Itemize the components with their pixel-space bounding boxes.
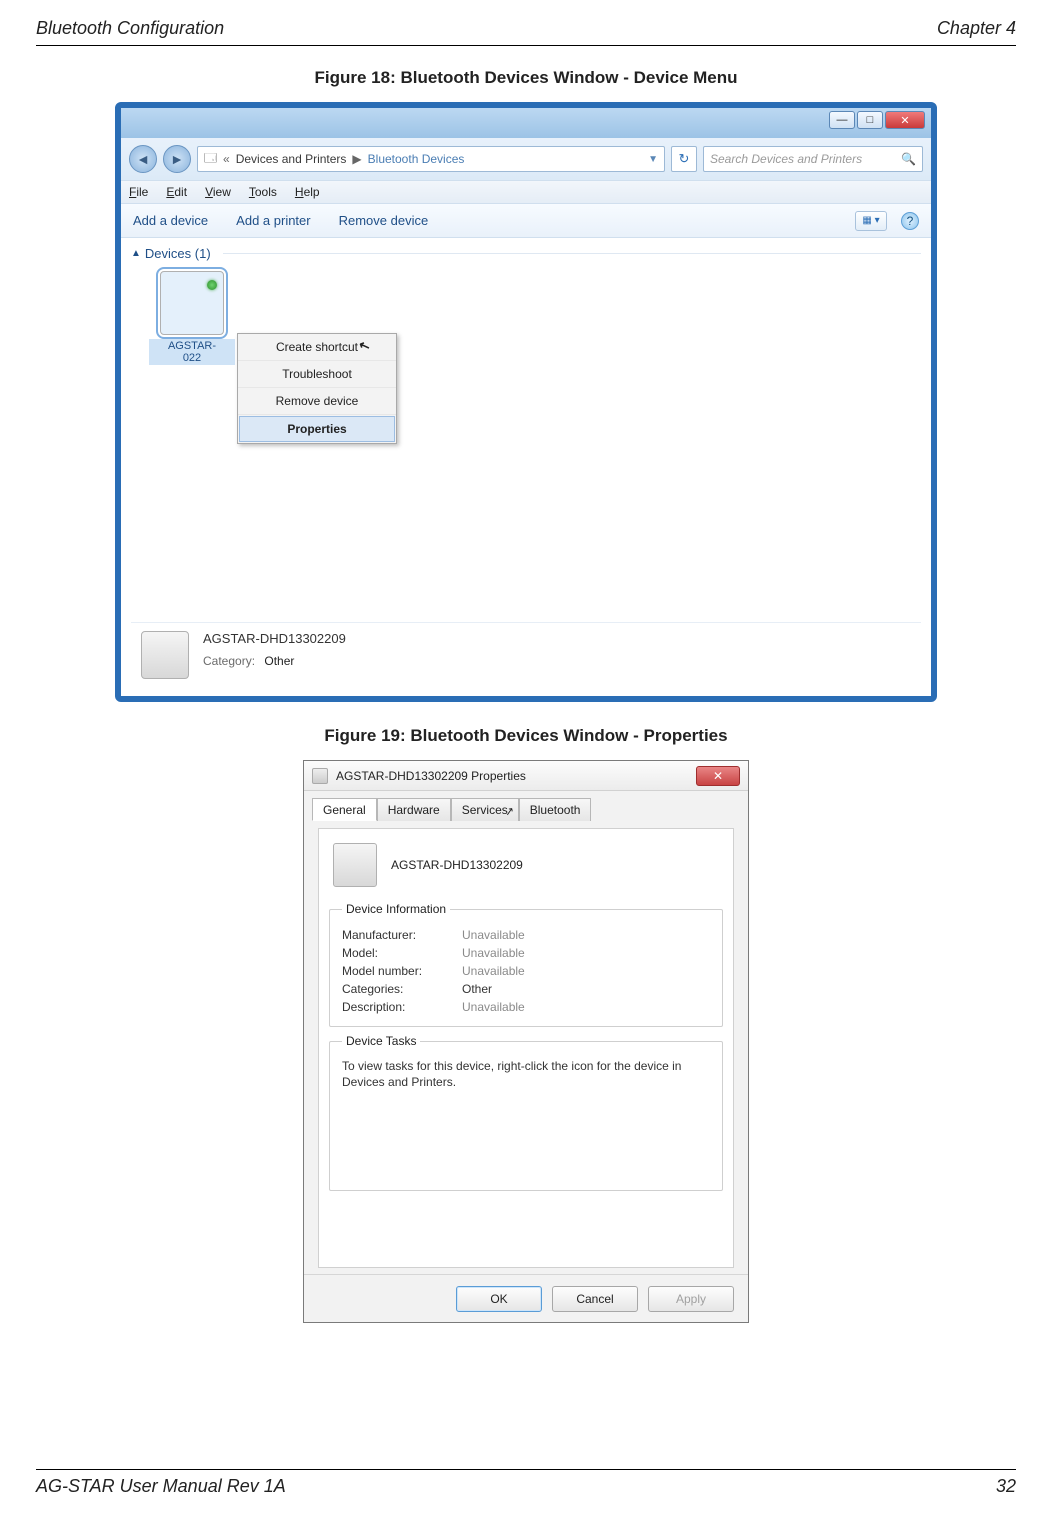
info-description-label: Description: — [342, 1000, 462, 1014]
back-button[interactable]: ◄ — [129, 145, 157, 173]
refresh-button[interactable]: ↻ — [671, 146, 697, 172]
device-tasks-group: Device Tasks To view tasks for this devi… — [329, 1041, 723, 1191]
tab-bluetooth[interactable]: Bluetooth — [519, 798, 592, 821]
header-right: Chapter 4 — [937, 18, 1016, 39]
dialog-footer: OK Cancel Apply — [304, 1274, 748, 1322]
info-manufacturer-label: Manufacturer: — [342, 928, 462, 942]
info-manufacturer-value: Unavailable — [462, 928, 525, 942]
breadcrumb[interactable]: 🗔 « Devices and Printers ▶ Bluetooth Dev… — [197, 146, 665, 172]
search-icon: 🔍 — [901, 152, 916, 166]
breadcrumb-item-bluetooth[interactable]: Bluetooth Devices — [368, 152, 465, 166]
ctx-properties[interactable]: Properties ↖ — [239, 416, 395, 442]
toolbar: Add a device Add a printer Remove device… — [121, 204, 931, 238]
ctx-create-shortcut[interactable]: Create shortcut — [238, 334, 396, 361]
tab-strip: General Hardware Services Bluetooth — [312, 797, 740, 820]
details-category: Category: Other — [203, 654, 346, 668]
menu-view[interactable]: View — [205, 185, 231, 199]
device-label: AGSTAR- 022 — [149, 339, 235, 365]
figure18-caption: Figure 18: Bluetooth Devices Window - De… — [36, 68, 1016, 88]
search-input[interactable]: Search Devices and Printers 🔍 — [703, 146, 923, 172]
tab-general[interactable]: General — [312, 798, 377, 821]
tab-services[interactable]: Services — [451, 798, 519, 821]
apply-button[interactable]: Apply — [648, 1286, 734, 1312]
dialog-icon — [312, 768, 328, 784]
device-tasks-text: To view tasks for this device, right-cli… — [342, 1058, 710, 1090]
dialog-titlebar[interactable]: AGSTAR-DHD13302209 Properties ✕ — [304, 761, 748, 791]
dialog-close-button[interactable]: ✕ — [696, 766, 740, 786]
breadcrumb-sep: ▶ — [352, 152, 361, 166]
info-categories-label: Categories: — [342, 982, 462, 996]
address-bar-row: ◄ ► 🗔 « Devices and Printers ▶ Bluetooth… — [121, 138, 931, 180]
footer-rule — [36, 1469, 1016, 1470]
breadcrumb-chevron: « — [223, 152, 230, 166]
breadcrumb-item-devices[interactable]: Devices and Printers — [236, 152, 347, 166]
menu-edit[interactable]: Edit — [166, 185, 187, 199]
dialog-title: AGSTAR-DHD13302209 Properties — [336, 769, 526, 783]
ok-button[interactable]: OK — [456, 1286, 542, 1312]
toolbar-add-device[interactable]: Add a device — [133, 213, 208, 228]
info-description-value: Unavailable — [462, 1000, 525, 1014]
footer-left: AG-STAR User Manual Rev 1A — [36, 1476, 286, 1497]
info-model-value: Unavailable — [462, 946, 525, 960]
details-category-label: Category: — [203, 654, 255, 668]
change-view-button[interactable]: ▦ ▾ — [855, 211, 887, 231]
cancel-button[interactable]: Cancel — [552, 1286, 638, 1312]
details-pane: AGSTAR-DHD13302209 Category: Other — [131, 622, 921, 690]
group-divider — [223, 253, 921, 254]
close-button[interactable]: ✕ — [885, 111, 925, 129]
collapse-icon[interactable]: ▲ — [131, 248, 141, 259]
help-icon[interactable]: ? — [901, 212, 919, 230]
context-menu: Create shortcut Troubleshoot Remove devi… — [237, 333, 397, 444]
dialog-body: AGSTAR-DHD13302209 Device Information Ma… — [318, 828, 734, 1268]
device-tile[interactable]: AGSTAR- 022 Create shortcut Troubleshoot… — [149, 271, 235, 365]
device-information-group: Device Information Manufacturer:Unavaila… — [329, 909, 723, 1027]
toolbar-add-printer[interactable]: Add a printer — [236, 213, 310, 228]
minimize-button[interactable]: — — [829, 111, 855, 129]
device-icon — [160, 271, 224, 335]
ctx-troubleshoot[interactable]: Troubleshoot — [238, 361, 396, 388]
group-title: Devices (1) — [145, 246, 211, 261]
device-tasks-legend: Device Tasks — [342, 1034, 420, 1048]
footer-right: 32 — [996, 1476, 1016, 1497]
folder-icon: 🗔 — [204, 149, 217, 170]
ctx-remove-device[interactable]: Remove device — [238, 388, 396, 415]
menu-tools[interactable]: Tools — [249, 185, 277, 199]
properties-device-name: AGSTAR-DHD13302209 — [391, 858, 523, 872]
devices-group-header[interactable]: ▲ Devices (1) — [131, 246, 921, 261]
info-categories-value: Other — [462, 982, 492, 996]
header-left: Bluetooth Configuration — [36, 18, 224, 39]
content-area: ▲ Devices (1) AGSTAR- 022 Create shortcu… — [121, 238, 931, 696]
window-titlebar[interactable]: — □ ✕ — [121, 108, 931, 138]
header-rule — [36, 45, 1016, 46]
toolbar-remove-device[interactable]: Remove device — [339, 213, 429, 228]
bluetooth-devices-window: — □ ✕ ◄ ► 🗔 « Devices and Printers ▶ Blu… — [115, 102, 937, 702]
info-model-label: Model: — [342, 946, 462, 960]
search-placeholder: Search Devices and Printers — [710, 152, 862, 166]
forward-button[interactable]: ► — [163, 145, 191, 173]
properties-dialog: AGSTAR-DHD13302209 Properties ✕ General … — [303, 760, 749, 1323]
breadcrumb-dropdown-icon[interactable]: ▼ — [648, 154, 658, 165]
figure19-caption: Figure 19: Bluetooth Devices Window - Pr… — [36, 726, 1016, 746]
info-modelnumber-label: Model number: — [342, 964, 462, 978]
details-device-icon — [141, 631, 189, 679]
tab-hardware[interactable]: Hardware — [377, 798, 451, 821]
menubar: File Edit View Tools Help — [121, 180, 931, 204]
details-device-name: AGSTAR-DHD13302209 — [203, 631, 346, 646]
properties-device-icon — [333, 843, 377, 887]
maximize-button[interactable]: □ — [857, 111, 883, 129]
device-info-legend: Device Information — [342, 902, 450, 916]
details-category-value: Other — [264, 654, 294, 668]
menu-file[interactable]: File — [129, 185, 148, 199]
info-modelnumber-value: Unavailable — [462, 964, 525, 978]
menu-help[interactable]: Help — [295, 185, 320, 199]
